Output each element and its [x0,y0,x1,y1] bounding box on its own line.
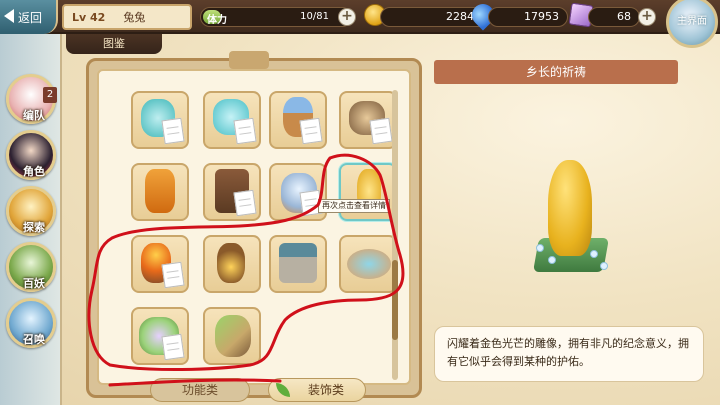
player-level: Lv 42 [72,10,106,24]
nav-character-label: 角色 [23,165,45,178]
grid-slot[interactable] [269,91,327,149]
grid-slot[interactable] [203,307,261,365]
nav-summon-label: 召唤 [23,333,45,346]
grid-scrollbar[interactable] [392,90,398,380]
grid-slot[interactable] [131,235,189,293]
stamina-value: 10/81 [300,11,329,22]
grid-slot[interactable] [131,91,189,149]
item-description: 闪耀着金色光芒的雕像，拥有非凡的纪念意义，拥有它似乎会得到某种的护佑。 [434,326,704,382]
detail-hint-tooltip: 再次点击查看详情 [318,199,390,213]
diamond-counter: 17953 [488,7,568,27]
grid-slot[interactable] [203,91,261,149]
stamina-label: 体力 [207,15,227,26]
grid-slot[interactable] [203,163,261,221]
back-arrow-icon [4,9,14,23]
stamina-bar: 体力 10/81 [200,7,352,27]
nav-team[interactable]: 2 编队 [6,74,57,124]
book-ornament [229,51,269,69]
flower-icon [548,256,556,264]
grid-slot[interactable] [339,91,397,149]
nav-summon[interactable]: 召唤 [6,298,56,348]
pumpkin-tower-icon [145,169,175,213]
back-button[interactable]: 返回 [0,0,58,34]
scrollbar-thumb[interactable] [392,260,398,340]
tab-functional[interactable]: 功能类 [150,378,250,402]
nav-explore[interactable]: 探索 [6,186,56,236]
garden-tools-icon [215,315,251,357]
grid-slot[interactable] [269,235,327,293]
player-info: Lv 42 兔兔 [62,4,192,30]
recipe-paper-icon [161,333,185,361]
page-title: 图鉴 [66,34,162,54]
nav-explore-label: 探索 [23,221,45,234]
nav-monsters[interactable]: 百妖 [6,242,56,292]
collection-book [86,51,422,398]
add-card-button[interactable]: + [638,8,656,26]
nav-character[interactable]: 角色 [6,130,56,180]
nav-team-label: 编队 [23,109,45,122]
top-bar: 返回 Lv 42 兔兔 体力 10/81 + 22846 17953 68 + … [0,0,720,48]
left-nav: 2 编队 角色 探索 百妖 召唤 [0,34,62,405]
item-grid [97,69,411,385]
recipe-paper-icon [233,117,257,145]
recipe-paper-icon [369,117,393,145]
grid-slot[interactable] [131,163,189,221]
golden-statue-icon [548,160,592,256]
flower-icon [600,262,608,270]
item-title: 乡长的祈祷 [434,60,678,84]
pond-icon [347,249,391,279]
flower-icon [590,250,598,258]
flower-icon [536,244,544,252]
water-well-icon [279,243,317,283]
team-count-badge: 2 [43,87,57,103]
grid-slot[interactable] [203,235,261,293]
recipe-paper-icon [161,117,185,145]
grid-slot[interactable] [131,307,189,365]
recipe-paper-icon [161,261,185,289]
nav-monsters-label: 百妖 [23,277,45,290]
add-stamina-button[interactable]: + [338,8,356,26]
back-label: 返回 [18,10,43,25]
card-counter: 68 [588,7,640,27]
lantern-icon [217,243,245,283]
player-name: 兔兔 [123,11,146,24]
recipe-paper-icon [299,117,323,145]
recipe-paper-icon [233,189,257,217]
grid-slot[interactable] [339,235,397,293]
